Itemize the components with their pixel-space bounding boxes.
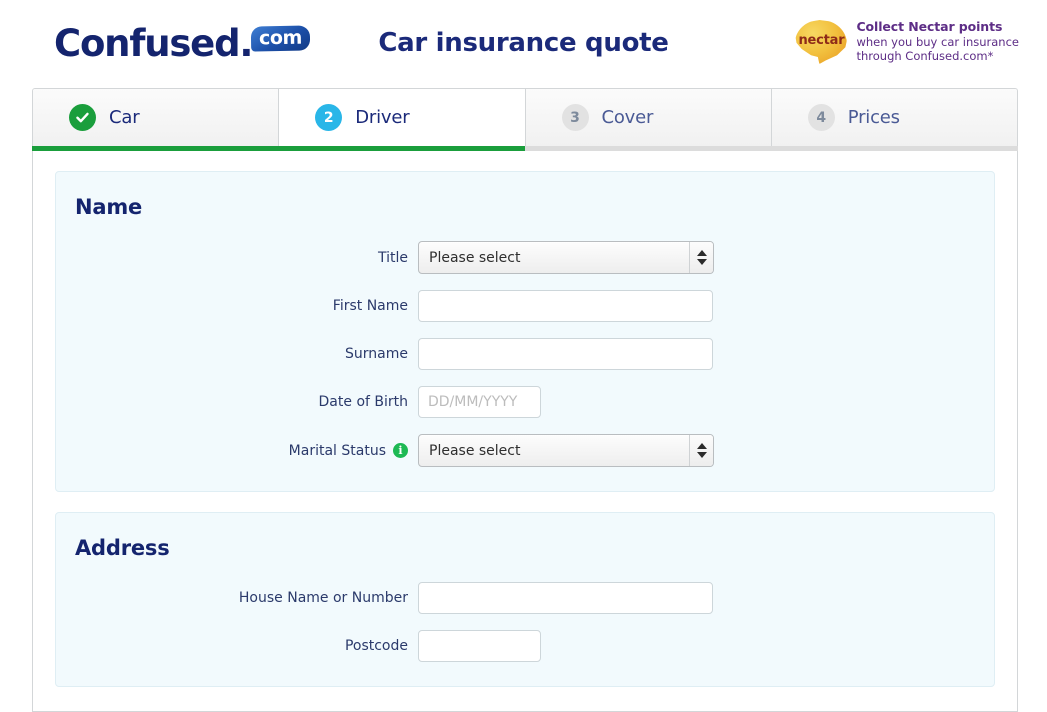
label-title: Title <box>56 250 418 266</box>
tab-prices[interactable]: 4 Prices <box>771 89 1017 146</box>
control-first-name <box>418 290 713 322</box>
label-surname-text: Surname <box>345 346 408 362</box>
label-date-of-birth: Date of Birth <box>56 394 418 410</box>
marital-status-select-value: Please select <box>429 442 521 459</box>
label-house-name-or-number: House Name or Number <box>56 590 418 606</box>
control-marital-status: Please select <box>418 434 714 467</box>
marital-status-select[interactable]: Please select <box>418 434 714 467</box>
label-first-name-text: First Name <box>332 298 408 314</box>
panel-name-title: Name <box>75 195 143 219</box>
field-row-surname: Surname <box>56 338 994 370</box>
field-row-first-name: First Name <box>56 290 994 322</box>
check-icon <box>69 104 96 131</box>
field-row-house-name-or-number: House Name or Number <box>56 582 994 614</box>
title-select[interactable]: Please select <box>418 241 714 274</box>
tab-car-label: Car <box>109 107 140 128</box>
control-date-of-birth <box>418 386 541 418</box>
field-row-date-of-birth: Date of Birth <box>56 386 994 418</box>
nectar-copy: Collect Nectar points when you buy car i… <box>856 18 1019 63</box>
info-icon[interactable]: i <box>393 443 408 458</box>
label-date-of-birth-text: Date of Birth <box>318 394 408 410</box>
field-row-title: Title Please select <box>56 241 994 274</box>
tab-driver[interactable]: 2 Driver <box>279 89 526 146</box>
chevron-updown-icon[interactable] <box>689 242 713 273</box>
first-name-input[interactable] <box>418 290 713 322</box>
step-number-badge: 3 <box>561 104 589 131</box>
panel-address: Address House Name or Number Postcode <box>55 512 995 687</box>
step-number-badge: 4 <box>807 104 835 131</box>
title-select-value: Please select <box>429 249 521 266</box>
control-title: Please select <box>418 241 714 274</box>
tab-car[interactable]: Car <box>33 89 280 146</box>
date-of-birth-input[interactable] <box>418 386 541 418</box>
nectar-headline: Collect Nectar points <box>856 19 1003 34</box>
field-row-marital-status: Marital Status i Please select <box>56 434 994 467</box>
nectar-line-2: when you buy car insurance <box>856 35 1019 49</box>
label-surname: Surname <box>56 346 418 362</box>
surname-input[interactable] <box>418 338 713 370</box>
tab-cover[interactable]: 3 Cover <box>525 89 772 146</box>
step-number-badge: 2 <box>315 104 343 131</box>
panel-name: Name Title Please select First Name Surn… <box>55 171 995 492</box>
label-postcode: Postcode <box>56 638 418 654</box>
nectar-line-3: through Confused.com* <box>856 49 994 63</box>
label-postcode-text: Postcode <box>344 638 408 654</box>
nectar-logo-icon: nectar <box>795 20 848 64</box>
label-title-text: Title <box>377 249 408 266</box>
panel-address-title: Address <box>75 536 170 560</box>
nectar-promo[interactable]: nectar Collect Nectar points when you bu… <box>795 18 1019 64</box>
field-row-postcode: Postcode <box>56 630 994 662</box>
tab-driver-label: Driver <box>355 107 410 128</box>
control-postcode <box>418 630 541 662</box>
label-marital-status-text: Marital Status <box>288 442 386 459</box>
tab-cover-label: Cover <box>601 107 654 128</box>
page-header: Confused. com Car insurance quote nectar… <box>0 0 1047 88</box>
form-content: Name Title Please select First Name Surn… <box>32 151 1018 712</box>
control-surname <box>418 338 713 370</box>
label-house-name-or-number-text: House Name or Number <box>238 590 408 606</box>
step-tabs: Car 2 Driver 3 Cover 4 Prices <box>32 88 1018 146</box>
postcode-input[interactable] <box>418 630 541 662</box>
progress-steps: Car 2 Driver 3 Cover 4 Prices <box>0 88 1047 151</box>
control-house-name-or-number <box>418 582 713 614</box>
house-name-or-number-input[interactable] <box>418 582 713 614</box>
nectar-logo-label: nectar <box>798 33 845 48</box>
tab-prices-label: Prices <box>847 107 900 128</box>
chevron-updown-icon[interactable] <box>689 435 713 466</box>
label-marital-status: Marital Status i <box>56 443 418 459</box>
label-first-name: First Name <box>56 298 418 314</box>
